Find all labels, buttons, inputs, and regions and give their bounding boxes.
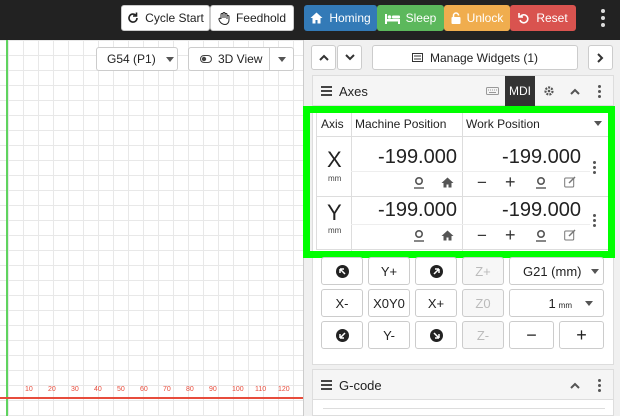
keyboard-button[interactable] <box>479 76 505 106</box>
cycle-start-button[interactable]: Cycle Start <box>121 5 210 31</box>
manage-widgets-label: Manage Widgets (1) <box>429 50 539 65</box>
x-tick-label: 60 <box>140 386 148 393</box>
unlock-icon <box>451 12 461 24</box>
homing-button[interactable]: Homing <box>304 5 377 31</box>
jog-x-minus-button[interactable]: X- <box>321 289 363 317</box>
bed-icon <box>384 13 400 24</box>
jog-x-plus-y-minus-button[interactable] <box>415 321 457 349</box>
manage-widgets-button[interactable]: Manage Widgets (1) <box>372 45 578 70</box>
axes-widget-header: Axes MDI <box>313 76 613 106</box>
x-tick-label: 50 <box>117 386 125 393</box>
view-value: 3D View <box>218 52 263 66</box>
jog-x-plus-button[interactable]: X+ <box>415 289 457 317</box>
chevron-up-icon <box>570 88 580 95</box>
mdi-label: MDI <box>509 84 531 98</box>
home-icon <box>310 12 323 24</box>
visualizer-panel[interactable]: 10 20 30 40 50 60 70 80 90 100 110 120 G54 (P1) 3D … <box>0 40 304 416</box>
refresh-icon <box>128 12 138 23</box>
arrow-up-left-icon <box>335 264 349 278</box>
wcs-dropdown[interactable]: G54 (P1) <box>96 47 178 71</box>
x-tick-label: 40 <box>94 386 102 393</box>
decrease-step-button[interactable]: − <box>509 321 554 349</box>
hamburger-icon[interactable] <box>321 380 332 392</box>
list-icon <box>411 53 423 62</box>
unlock-label: Unlock <box>466 11 504 25</box>
gcode-title: G-code <box>339 378 382 393</box>
chevron-down-icon <box>585 300 593 306</box>
chevron-down-icon <box>165 56 174 62</box>
x-tick-label: 120 <box>278 386 290 393</box>
x-tick-label: 10 <box>25 386 33 393</box>
x-tick-label: 80 <box>186 386 194 393</box>
chevron-down-icon <box>344 54 355 61</box>
x-tick-label: 90 <box>209 386 217 393</box>
widget-menu-icon[interactable] <box>591 76 607 106</box>
jog-z-plus-button[interactable]: Z+ <box>462 257 504 285</box>
jog-x-minus-y-plus-button[interactable] <box>321 257 363 285</box>
wcs-value: G54 (P1) <box>107 52 156 66</box>
more-menu-icon[interactable] <box>596 8 610 28</box>
toggle-icon <box>200 55 212 63</box>
hamburger-icon[interactable] <box>321 86 332 98</box>
collapse-button[interactable] <box>563 76 587 106</box>
units-value: G21 (mm) <box>523 263 582 279</box>
jog-y-minus-button[interactable]: Y- <box>368 321 410 349</box>
highlight-box <box>303 106 615 258</box>
view-dropdown[interactable]: 3D View <box>188 47 294 71</box>
arrow-down-right-icon <box>429 328 443 342</box>
homing-label: Homing <box>329 11 371 25</box>
jog-y-plus-button[interactable]: Y+ <box>368 257 410 285</box>
chevron-up-icon <box>318 54 329 61</box>
cycle-start-label: Cycle Start <box>145 11 204 25</box>
visualizer-grid <box>0 40 303 416</box>
top-toolbar: Cycle Start Feedhold Homing Sleep Unlock… <box>0 0 620 40</box>
jog-z-minus-button[interactable]: Z- <box>462 321 504 349</box>
x-tick-label: 20 <box>48 386 56 393</box>
jog-x-plus-y-plus-button[interactable] <box>415 257 457 285</box>
step-value: 1 <box>548 295 556 311</box>
step-unit: mm <box>558 300 572 310</box>
gcode-widget-header: G-code <box>313 370 613 400</box>
collapse-button[interactable] <box>563 370 587 400</box>
x-tick-label: 110 <box>255 386 267 393</box>
go-to-x0y0-button[interactable]: X0Y0 <box>368 289 410 317</box>
arrow-down-left-icon <box>335 328 349 342</box>
settings-button[interactable] <box>537 76 561 106</box>
step-size-dropdown[interactable]: 1 mm <box>509 289 604 317</box>
reset-label: Reset <box>536 11 568 25</box>
keyboard-icon <box>485 87 499 95</box>
gcode-widget: G-code <box>312 369 614 416</box>
units-dropdown[interactable]: G21 (mm) <box>509 257 604 285</box>
unlock-button[interactable]: Unlock <box>444 5 510 31</box>
x-tick-label: 70 <box>163 386 171 393</box>
arrow-up-right-icon <box>429 264 443 278</box>
chevron-right-icon <box>597 52 604 63</box>
x-tick-label: 100 <box>232 386 244 393</box>
chevron-down-icon <box>590 268 599 274</box>
feedhold-button[interactable]: Feedhold <box>210 5 294 31</box>
sleep-label: Sleep <box>405 11 437 25</box>
feedhold-label: Feedhold <box>235 11 287 25</box>
x-tick-label: 30 <box>71 386 79 393</box>
reset-button[interactable]: Reset <box>510 5 576 31</box>
expand-down-button[interactable] <box>337 45 362 70</box>
jog-x-minus-y-minus-button[interactable] <box>321 321 363 349</box>
gear-icon <box>544 86 554 96</box>
chevron-up-icon <box>570 382 580 389</box>
collapse-up-button[interactable] <box>311 45 336 70</box>
x-axis-line <box>0 397 303 399</box>
widget-menu-icon[interactable] <box>591 370 607 400</box>
chevron-down-icon <box>278 57 286 62</box>
go-to-z0-button[interactable]: Z0 <box>462 289 504 317</box>
increase-step-button[interactable]: + <box>559 321 604 349</box>
gcode-table-divider <box>323 408 605 409</box>
y-axis-line <box>6 40 8 416</box>
sleep-button[interactable]: Sleep <box>377 5 444 31</box>
axes-title: Axes <box>339 84 368 99</box>
hand-icon <box>218 11 230 25</box>
mdi-button[interactable]: MDI <box>505 76 535 106</box>
next-button[interactable] <box>588 45 613 70</box>
undo-icon <box>518 13 529 24</box>
